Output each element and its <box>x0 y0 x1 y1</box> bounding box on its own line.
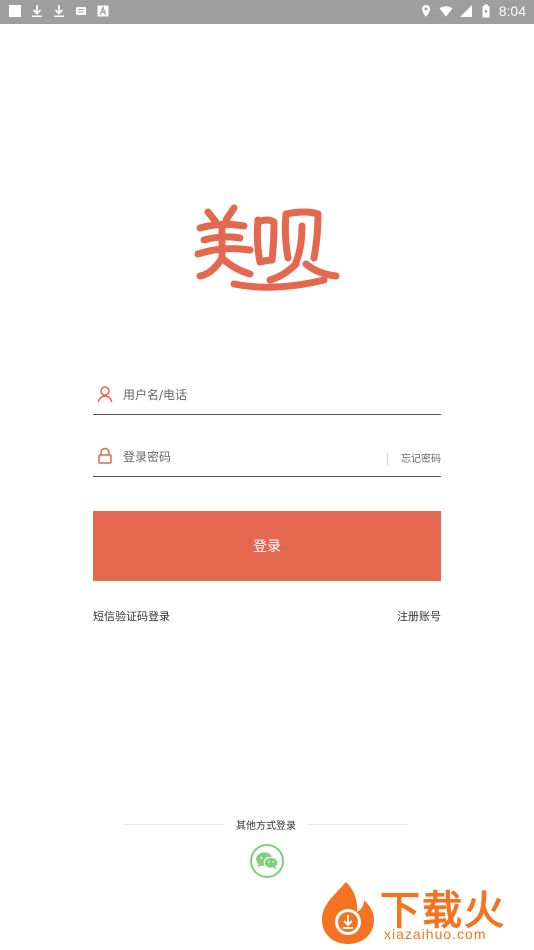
password-field[interactable]: 忘记密码 <box>93 437 441 477</box>
status-bar: 8:04 <box>0 0 534 24</box>
lock-icon <box>97 447 113 465</box>
field-divider <box>387 453 388 465</box>
divider-line <box>308 824 408 825</box>
status-time: 8:04 <box>498 3 526 19</box>
status-bar-notifications <box>8 4 110 18</box>
notification-square-icon <box>8 4 22 18</box>
signal-icon <box>459 4 473 18</box>
status-bar-system: 8:04 <box>419 3 526 19</box>
username-field[interactable] <box>93 375 441 415</box>
wifi-icon <box>439 4 453 18</box>
battery-icon <box>479 4 493 18</box>
watermark-url: xiazaihuo.com <box>384 926 487 942</box>
other-login-divider: 其他方式登录 <box>124 816 408 832</box>
forgot-password-link[interactable]: 忘记密码 <box>401 450 441 465</box>
watermark: 下载火 xiazaihuo.com <box>316 880 530 946</box>
wechat-icon <box>256 852 279 870</box>
username-input[interactable] <box>123 383 373 407</box>
user-icon <box>97 385 113 403</box>
download-icon <box>52 4 66 18</box>
password-input[interactable] <box>123 445 373 469</box>
register-link[interactable]: 注册账号 <box>397 608 441 624</box>
app-logo-mark <box>194 204 340 291</box>
wechat-login-button[interactable] <box>250 844 284 878</box>
storage-icon <box>74 4 88 18</box>
font-icon <box>96 4 110 18</box>
app-logo <box>194 200 344 295</box>
sms-login-link[interactable]: 短信验证码登录 <box>93 608 170 624</box>
login-button[interactable]: 登录 <box>93 511 441 581</box>
download-icon <box>30 4 44 18</box>
location-icon <box>419 4 433 18</box>
flame-logo-icon <box>322 882 374 944</box>
